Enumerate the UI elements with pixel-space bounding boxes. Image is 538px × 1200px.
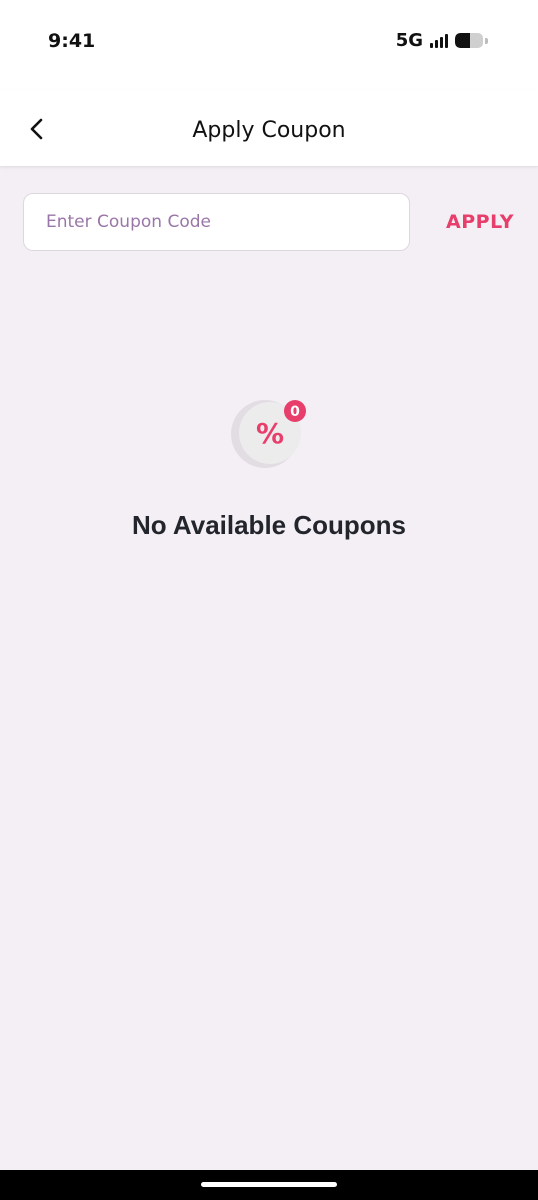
coupon-count-badge: 0 xyxy=(290,404,300,420)
empty-coupon-illustration: % 0 xyxy=(231,400,307,468)
status-bar: 9:41 5G xyxy=(0,0,538,90)
empty-state-message: No Available Coupons xyxy=(132,510,406,540)
battery-cap xyxy=(485,37,488,44)
apply-button[interactable]: APPLY xyxy=(436,193,524,251)
home-indicator-area xyxy=(0,1170,538,1200)
signal-icon xyxy=(430,33,448,48)
home-indicator[interactable] xyxy=(201,1182,337,1187)
coupon-code-input[interactable] xyxy=(23,193,410,251)
battery-icon xyxy=(455,33,483,48)
navigation-bar: Apply Coupon xyxy=(0,90,538,167)
status-time: 9:41 xyxy=(48,30,96,52)
page-title: Apply Coupon xyxy=(192,118,346,143)
coupon-percent-icon: % 0 xyxy=(231,400,306,468)
network-label: 5G xyxy=(395,30,423,51)
percent-symbol: % xyxy=(256,417,284,450)
status-indicators: 5G xyxy=(396,30,488,51)
